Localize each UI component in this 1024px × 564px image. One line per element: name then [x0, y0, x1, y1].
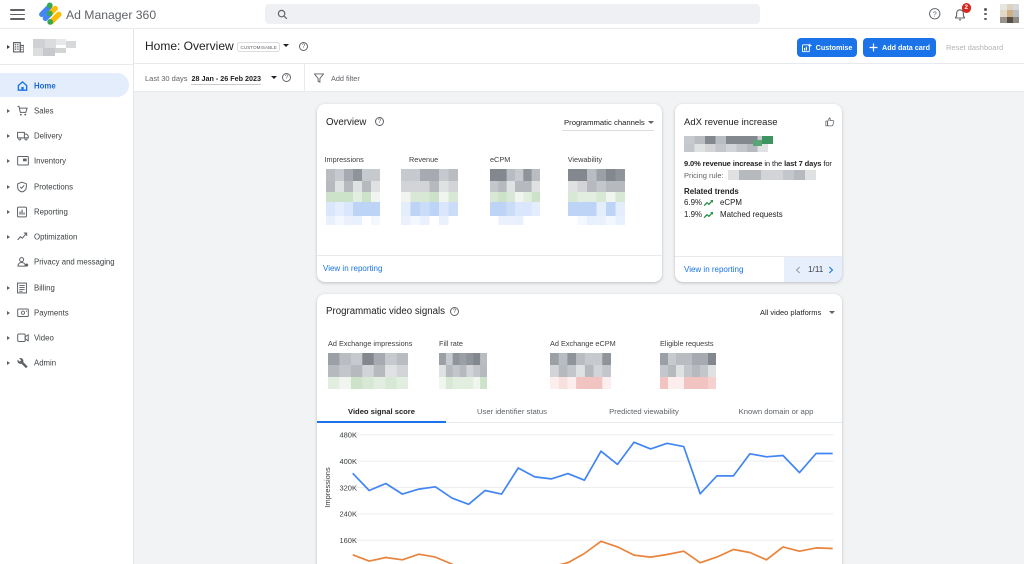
svg-text:?: ?	[933, 10, 937, 18]
svg-text:Impressions: Impressions	[323, 467, 332, 508]
svg-text:480K: 480K	[339, 431, 357, 440]
svg-text:160K: 160K	[339, 536, 357, 545]
svg-text:320K: 320K	[339, 483, 357, 492]
svg-text:400K: 400K	[339, 457, 357, 466]
svg-text:240K: 240K	[339, 510, 357, 519]
